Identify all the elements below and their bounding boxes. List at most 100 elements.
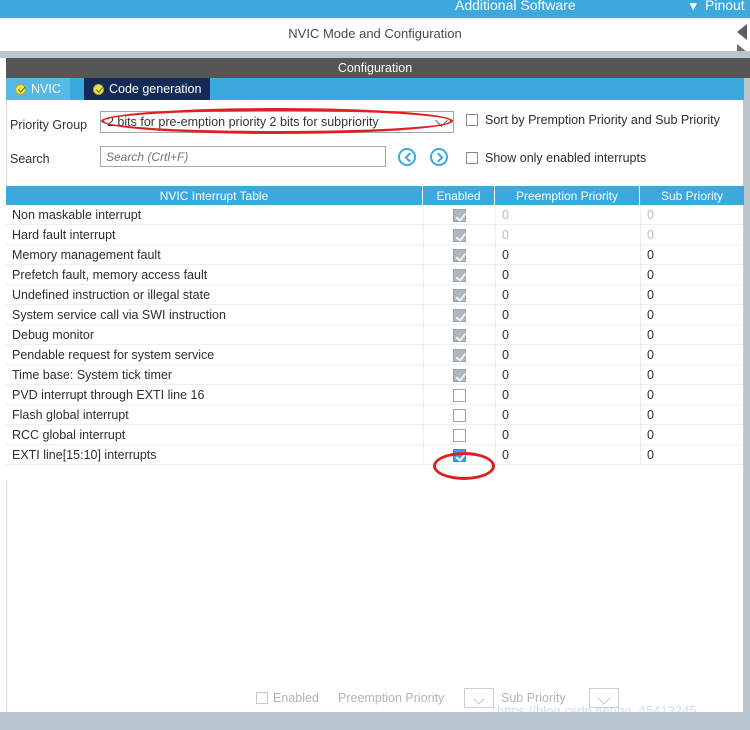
column-header-enabled[interactable]: Enabled [423,186,494,205]
enabled-cell[interactable] [423,205,494,225]
page-title: NVIC Mode and Configuration [288,26,462,41]
preemption-priority-cell[interactable]: 0 [495,265,640,285]
sort-by-priority-checkbox[interactable]: Sort by Premption Priority and Sub Prior… [466,113,720,127]
mode-title-strip: NVIC Mode and Configuration [0,18,750,51]
table-row[interactable]: Prefetch fault, memory access fault 0 0 [6,265,743,285]
preemption-priority-cell[interactable]: 0 [495,365,640,385]
sub-priority-cell[interactable]: 0 [640,205,744,225]
priority-group-select[interactable]: 2 bits for pre-emption priority 2 bits f… [100,111,454,133]
enabled-checkbox[interactable] [452,448,466,462]
search-input[interactable] [101,147,385,166]
enabled-checkbox[interactable] [452,348,466,362]
enabled-cell[interactable] [423,385,494,405]
preemption-priority-cell[interactable]: 0 [495,345,640,365]
enabled-cell[interactable] [423,405,494,425]
interrupt-name: Undefined instruction or illegal state [12,288,211,302]
table-row[interactable]: Non maskable interrupt 0 0 [6,205,743,225]
enabled-cell[interactable] [423,365,494,385]
enabled-checkbox[interactable] [452,248,466,262]
enabled-checkbox[interactable] [452,388,466,402]
show-only-enabled-checkbox[interactable]: Show only enabled interrupts [466,151,646,165]
sub-priority-cell[interactable]: 0 [640,445,744,465]
table-row[interactable]: Memory management fault 0 0 [6,245,743,265]
table-row[interactable]: Time base: System tick timer 0 0 [6,365,743,385]
table-row[interactable]: Undefined instruction or illegal state 0 0 [6,285,743,305]
enabled-checkbox[interactable] [452,208,466,222]
enabled-cell[interactable] [423,445,494,465]
table-row[interactable]: Debug monitor 0 0 [6,325,743,345]
check-circle-icon [15,83,26,95]
column-header-name[interactable]: NVIC Interrupt Table [6,186,422,205]
enabled-checkbox[interactable] [452,288,466,302]
enabled-cell[interactable] [423,425,494,445]
enabled-checkbox[interactable] [452,428,466,442]
sub-priority-cell[interactable]: 0 [640,245,744,265]
detail-enabled-label: Enabled [273,691,319,705]
sub-priority-cell[interactable]: 0 [640,305,744,325]
table-row[interactable]: Pendable request for system service 0 0 [6,345,743,365]
interrupt-name: RCC global interrupt [12,428,126,442]
preemption-priority-cell[interactable]: 0 [495,205,640,225]
preemption-priority-cell[interactable]: 0 [495,285,640,305]
enabled-cell[interactable] [423,305,494,325]
enabled-checkbox[interactable] [452,368,466,382]
column-header-preemption[interactable]: Preemption Priority [495,186,639,205]
enabled-checkbox[interactable] [452,328,466,342]
sub-priority-cell[interactable]: 0 [640,225,744,245]
preemption-priority-cell[interactable]: 0 [495,325,640,345]
sub-priority-cell[interactable]: 0 [640,405,744,425]
preemption-priority-cell[interactable]: 0 [495,405,640,425]
sub-priority-cell[interactable]: 0 [640,345,744,365]
table-row[interactable]: RCC global interrupt 0 0 [6,425,743,445]
enabled-cell[interactable] [423,345,494,365]
preemption-priority-cell[interactable]: 0 [495,305,640,325]
enabled-cell[interactable] [423,265,494,285]
sub-priority-cell[interactable]: 0 [640,325,744,345]
detail-preemption-select[interactable] [464,688,494,708]
search-next-button[interactable] [430,148,448,166]
enabled-cell[interactable] [423,325,494,345]
sub-priority-cell[interactable]: 0 [640,425,744,445]
enabled-checkbox[interactable] [452,268,466,282]
enabled-checkbox[interactable] [452,408,466,422]
interrupt-name: Pendable request for system service [12,348,215,362]
interrupt-name: EXTI line[15:10] interrupts [12,448,157,462]
tab-code-generation[interactable]: Code generation [84,78,211,100]
priority-group-label: Priority Group [10,118,88,132]
preemption-priority-cell[interactable]: 0 [495,245,640,265]
sub-priority-cell[interactable]: 0 [640,365,744,385]
preemption-priority-cell[interactable]: 0 [495,445,640,465]
search-field-wrapper[interactable] [100,146,386,167]
sub-priority-cell[interactable]: 0 [640,285,744,305]
preemption-priority-cell[interactable]: 0 [495,425,640,445]
sub-priority-cell[interactable]: 0 [640,265,744,285]
collapse-left-icon[interactable] [737,24,747,40]
interrupt-name: Prefetch fault, memory access fault [12,268,208,282]
column-header-sub[interactable]: Sub Priority [640,186,744,205]
configuration-header-label: Configuration [337,61,413,75]
interrupt-name: Flash global interrupt [12,408,129,422]
enabled-cell[interactable] [423,285,494,305]
table-row[interactable]: System service call via SWI instruction 0… [6,305,743,325]
interrupt-name: Non maskable interrupt [12,208,142,222]
detail-enabled-checkbox[interactable]: Enabled [256,691,319,705]
preemption-priority-cell[interactable]: 0 [495,385,640,405]
preemption-priority-cell[interactable]: 0 [495,225,640,245]
table-row[interactable]: EXTI line[15:10] interrupts 0 0 [6,445,743,465]
detail-preemption-label: Preemption Priority [338,691,445,705]
tab-nvic[interactable]: NVIC [6,78,70,100]
table-row[interactable]: Flash global interrupt 0 0 [6,405,743,425]
enabled-cell[interactable] [423,225,494,245]
table-row[interactable]: PVD interrupt through EXTI line 16 0 0 [6,385,743,405]
detail-sub-label: Sub Priority [501,691,566,705]
nvic-configuration-window: Additional Software ▾ Pinout NVIC Mode a… [0,0,750,730]
enabled-checkbox[interactable] [452,228,466,242]
search-prev-button[interactable] [398,148,416,166]
ribbon-pinout[interactable]: Pinout [705,0,745,13]
sub-priority-cell[interactable]: 0 [640,385,744,405]
detail-sub-select[interactable] [589,688,619,708]
ribbon-additional-software[interactable]: Additional Software [455,0,576,13]
enabled-checkbox[interactable] [452,308,466,322]
table-row[interactable]: Hard fault interrupt 0 0 [6,225,743,245]
enabled-cell[interactable] [423,245,494,265]
